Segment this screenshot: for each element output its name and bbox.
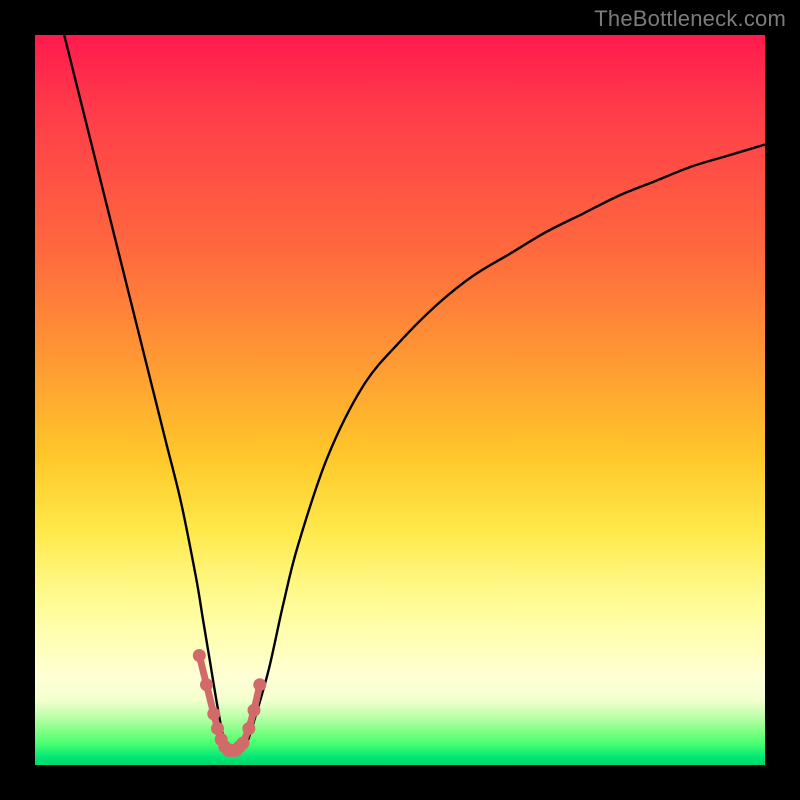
watermark-text: TheBottleneck.com [594, 6, 786, 32]
marker-dot [207, 707, 220, 720]
bottleneck-curve [64, 35, 765, 751]
marker-dot [237, 737, 250, 750]
curve-svg [35, 35, 765, 765]
marker-dot [193, 649, 206, 662]
marker-dot [242, 722, 255, 735]
marker-dot [253, 678, 266, 691]
marker-dot [200, 678, 213, 691]
chart-frame: TheBottleneck.com [0, 0, 800, 800]
marker-dot [211, 722, 224, 735]
marker-group [193, 649, 266, 757]
marker-dot [248, 704, 261, 717]
plot-area [35, 35, 765, 765]
